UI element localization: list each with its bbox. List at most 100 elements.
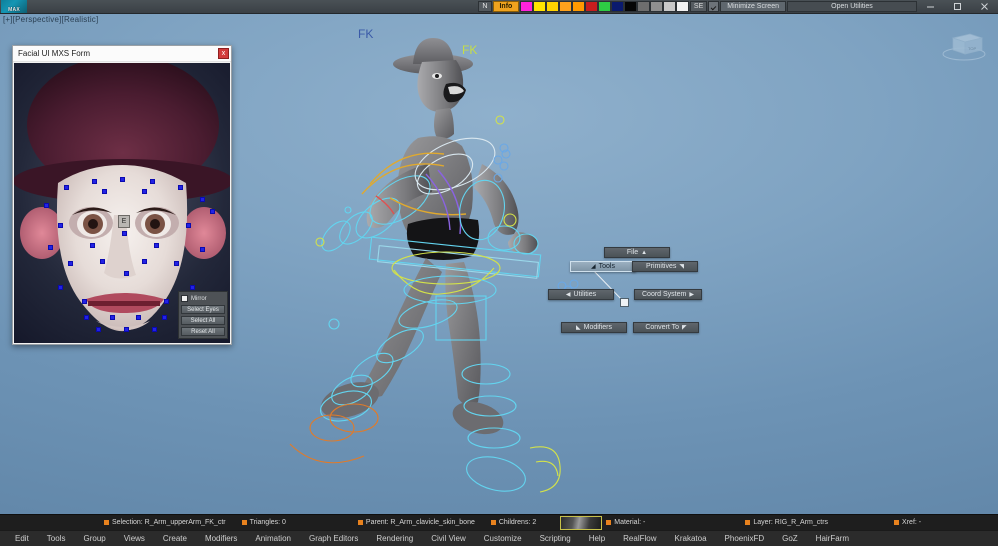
facial-control-marker[interactable] bbox=[44, 203, 49, 208]
color-swatch-4[interactable] bbox=[571, 1, 585, 12]
color-swatch-strip[interactable] bbox=[519, 1, 689, 12]
color-swatch-6[interactable] bbox=[597, 1, 611, 12]
quad-menu-item-file[interactable]: File ▲ bbox=[604, 247, 670, 258]
facial-ui-canvas[interactable]: E Mirror Select Eyes Select All Reset Al… bbox=[14, 63, 230, 343]
toolbar-checkbox[interactable] bbox=[708, 1, 720, 12]
menu-item-hairfarm[interactable]: HairFarm bbox=[807, 531, 858, 546]
facial-control-marker[interactable] bbox=[186, 223, 191, 228]
facial-control-marker[interactable] bbox=[164, 299, 169, 304]
facial-control-marker[interactable] bbox=[152, 327, 157, 332]
facial-control-marker[interactable] bbox=[68, 261, 73, 266]
material-preview-thumbnail[interactable] bbox=[560, 515, 603, 530]
viewcube-icon[interactable]: TOP bbox=[936, 24, 992, 66]
facial-control-marker[interactable] bbox=[190, 285, 195, 290]
color-swatch-8[interactable] bbox=[623, 1, 637, 12]
facial-control-marker[interactable] bbox=[84, 315, 89, 320]
menu-item-tools[interactable]: Tools bbox=[38, 531, 75, 546]
quad-menu-item-convert-to[interactable]: Convert To ◤ bbox=[633, 322, 699, 333]
color-swatch-0[interactable] bbox=[519, 1, 533, 12]
facial-control-marker[interactable] bbox=[90, 243, 95, 248]
facial-control-marker[interactable] bbox=[48, 245, 53, 250]
status-parent-text: Parent: R_Arm_clavicle_skin_bone bbox=[365, 519, 475, 526]
facial-control-marker[interactable] bbox=[154, 243, 159, 248]
quad-menu-cursor-handle[interactable] bbox=[620, 298, 629, 307]
facial-control-marker[interactable] bbox=[124, 271, 129, 276]
menu-item-realflow[interactable]: RealFlow bbox=[614, 531, 665, 546]
quad-menu-item-modifiers[interactable]: ◣ Modifiers bbox=[561, 322, 627, 333]
close-icon[interactable] bbox=[971, 0, 998, 14]
menu-item-modifiers[interactable]: Modifiers bbox=[196, 531, 246, 546]
facial-control-marker[interactable] bbox=[58, 285, 63, 290]
menu-item-create[interactable]: Create bbox=[154, 531, 196, 546]
select-all-button[interactable]: Select All bbox=[181, 316, 225, 325]
facial-control-marker[interactable] bbox=[58, 223, 63, 228]
menu-item-scripting[interactable]: Scripting bbox=[531, 531, 580, 546]
facial-control-marker[interactable] bbox=[142, 189, 147, 194]
facial-control-marker[interactable] bbox=[162, 315, 167, 320]
facial-control-marker[interactable] bbox=[200, 247, 205, 252]
menu-item-animation[interactable]: Animation bbox=[246, 531, 300, 546]
menu-item-edit[interactable]: Edit bbox=[6, 531, 38, 546]
menu-item-rendering[interactable]: Rendering bbox=[367, 531, 422, 546]
se-button[interactable]: SE bbox=[689, 1, 708, 12]
color-swatch-11[interactable] bbox=[662, 1, 676, 12]
color-swatch-3[interactable] bbox=[558, 1, 572, 12]
color-swatch-10[interactable] bbox=[649, 1, 663, 12]
facial-control-marker[interactable] bbox=[96, 327, 101, 332]
perspective-viewport[interactable]: [+][Perspective][Realistic] TOP FK FK Fi… bbox=[0, 14, 998, 514]
menu-item-civil-view[interactable]: Civil View bbox=[422, 531, 475, 546]
open-utilities-button[interactable]: Open Utilities bbox=[787, 1, 917, 12]
main-menu-bar[interactable]: Edit Tools Group Views Create Modifiers Animat… bbox=[0, 530, 998, 546]
facial-control-marker[interactable] bbox=[120, 177, 125, 182]
n-button[interactable]: N bbox=[477, 1, 492, 12]
facial-ui-close-button[interactable]: x bbox=[218, 48, 229, 59]
menu-item-help[interactable]: Help bbox=[580, 531, 614, 546]
facial-ui-button-panel[interactable]: Mirror Select Eyes Select All Reset All bbox=[178, 291, 228, 339]
facial-control-marker[interactable] bbox=[178, 185, 183, 190]
facial-control-marker[interactable] bbox=[210, 209, 215, 214]
menu-item-krakatoa[interactable]: Krakatoa bbox=[666, 531, 716, 546]
facial-control-marker[interactable] bbox=[124, 327, 129, 332]
facial-control-marker[interactable] bbox=[142, 259, 147, 264]
color-swatch-1[interactable] bbox=[532, 1, 546, 12]
facial-control-marker[interactable] bbox=[122, 231, 127, 236]
menu-item-group[interactable]: Group bbox=[74, 531, 114, 546]
viewport-label[interactable]: [+][Perspective][Realistic] bbox=[3, 15, 98, 24]
eye-toggle-icon[interactable]: E bbox=[118, 215, 130, 228]
facial-ui-titlebar[interactable]: Facial UI MXS Form x bbox=[13, 46, 231, 62]
color-swatch-5[interactable] bbox=[584, 1, 598, 12]
menu-item-phoenixfd[interactable]: PhoenixFD bbox=[716, 531, 774, 546]
quad-menu-item-tools[interactable]: ◢ Tools bbox=[570, 261, 636, 272]
color-swatch-12[interactable] bbox=[675, 1, 689, 12]
facial-control-marker[interactable] bbox=[82, 299, 87, 304]
color-swatch-7[interactable] bbox=[610, 1, 624, 12]
quad-menu-item-utilities[interactable]: ◀ Utilities bbox=[548, 289, 614, 300]
facial-control-marker[interactable] bbox=[100, 259, 105, 264]
facial-control-marker[interactable] bbox=[136, 315, 141, 320]
color-swatch-9[interactable] bbox=[636, 1, 650, 12]
facial-control-marker[interactable] bbox=[102, 189, 107, 194]
restore-icon[interactable] bbox=[944, 0, 971, 14]
facial-control-marker[interactable] bbox=[200, 197, 205, 202]
menu-item-graph-editors[interactable]: Graph Editors bbox=[300, 531, 367, 546]
color-swatch-2[interactable] bbox=[545, 1, 559, 12]
mirror-row[interactable]: Mirror bbox=[181, 294, 225, 303]
facial-control-marker[interactable] bbox=[64, 185, 69, 190]
minimize-icon[interactable] bbox=[917, 0, 944, 14]
info-button[interactable]: Info bbox=[492, 1, 519, 12]
menu-item-views[interactable]: Views bbox=[115, 531, 154, 546]
facial-control-marker[interactable] bbox=[150, 179, 155, 184]
quad-menu-item-coord-system[interactable]: Coord System ▶ bbox=[634, 289, 702, 300]
facial-control-marker[interactable] bbox=[110, 315, 115, 320]
select-eyes-button[interactable]: Select Eyes bbox=[181, 305, 225, 314]
menu-item-customize[interactable]: Customize bbox=[475, 531, 531, 546]
quad-menu[interactable]: File ▲ ◢ Tools Primitives ◥ ◀ Utilities … bbox=[548, 242, 702, 342]
menu-item-goz[interactable]: GoZ bbox=[773, 531, 807, 546]
mirror-checkbox[interactable] bbox=[181, 295, 188, 302]
quad-menu-item-primitives[interactable]: Primitives ◥ bbox=[632, 261, 698, 272]
facial-control-marker[interactable] bbox=[174, 261, 179, 266]
facial-ui-window[interactable]: Facial UI MXS Form x E Mirror Select Eye… bbox=[12, 45, 232, 345]
facial-control-marker[interactable] bbox=[92, 179, 97, 184]
reset-all-button[interactable]: Reset All bbox=[181, 327, 225, 336]
minimize-screen-button[interactable]: Minimize Screen bbox=[720, 1, 786, 12]
